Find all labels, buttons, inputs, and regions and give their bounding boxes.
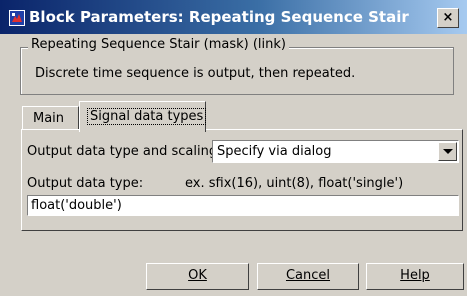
close-icon: ×	[442, 10, 454, 25]
output-type-label: Output data type:	[27, 176, 144, 191]
window-title: Block Parameters: Repeating Sequence Sta…	[29, 8, 409, 26]
output-type-examples: ex. sfix(16), uint(8), float('single')	[185, 176, 404, 191]
tab-signal-data-types[interactable]: Signal data types	[79, 101, 207, 132]
tab-main[interactable]: Main	[22, 106, 79, 130]
scaling-select-value: Specify via dialog	[217, 144, 332, 159]
ok-button[interactable]: OK	[146, 263, 249, 290]
groupbox-legend: Repeating Sequence Stair (mask) (link)	[28, 37, 289, 52]
title-bar[interactable]: Block Parameters: Repeating Sequence Sta…	[0, 0, 467, 34]
scaling-label: Output data type and scaling:	[27, 144, 222, 159]
cancel-button-label: Cancel	[285, 268, 331, 283]
simulink-block-icon	[9, 10, 25, 26]
close-button[interactable]: ×	[437, 8, 459, 28]
help-button-label: Help	[400, 268, 430, 283]
output-type-input[interactable]: float('double')	[27, 195, 459, 216]
tab-main-label: Main	[33, 111, 65, 126]
block-parameters-dialog: Block Parameters: Repeating Sequence Sta…	[0, 0, 467, 296]
tab-signal-data-types-label: Signal data types	[87, 108, 207, 125]
scaling-select[interactable]: Specify via dialog	[212, 140, 459, 163]
ok-button-label: OK	[188, 268, 207, 283]
chevron-down-icon[interactable]	[438, 142, 457, 161]
cancel-button[interactable]: Cancel	[257, 263, 359, 290]
help-button[interactable]: Help	[366, 263, 464, 290]
block-description: Discrete time sequence is output, then r…	[35, 66, 356, 81]
